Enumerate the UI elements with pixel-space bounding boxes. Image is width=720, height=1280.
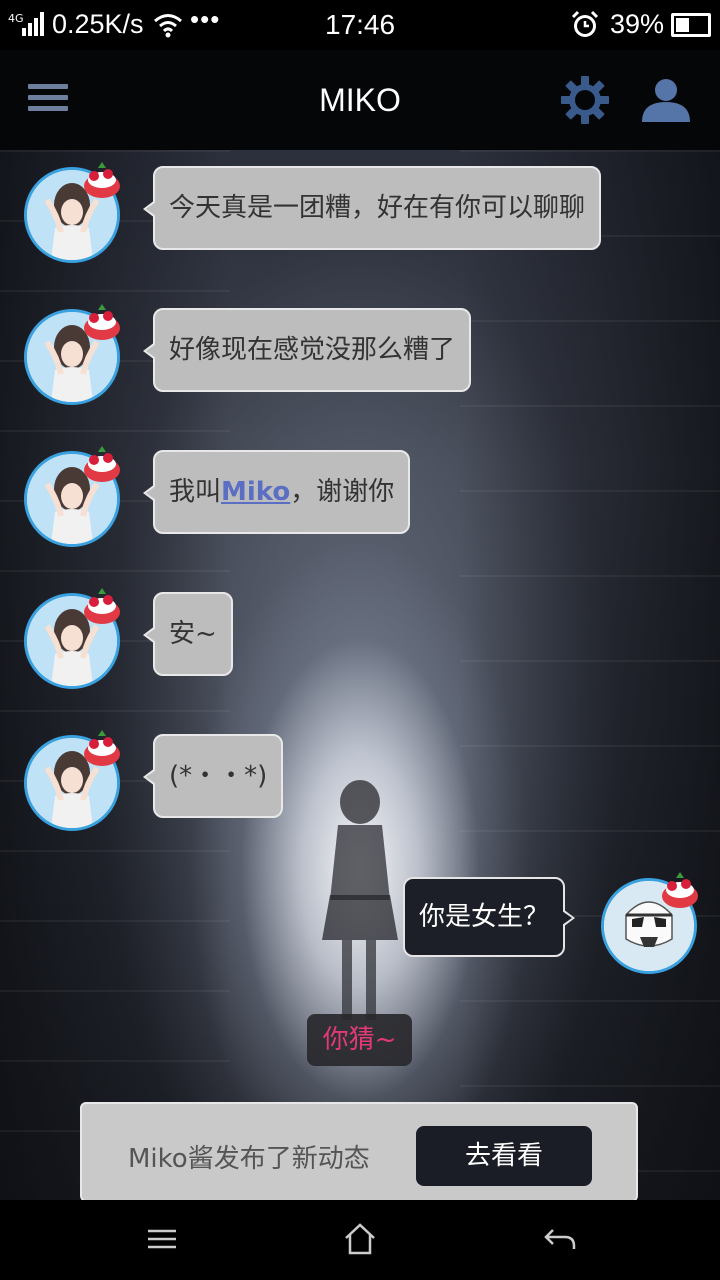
message-text: 今天真是一团糟，好在有你可以聊聊 xyxy=(169,193,586,223)
more-dots: ••• xyxy=(190,4,221,34)
strawberry-decoration-icon xyxy=(84,162,120,198)
message-text-prefix: 我叫 xyxy=(169,477,222,507)
message-bubble[interactable]: (*・・*) xyxy=(142,734,284,818)
background-wall-right xyxy=(460,150,720,1200)
view-post-button[interactable]: 去看看 xyxy=(416,1126,592,1186)
page-title: MIKO xyxy=(319,82,401,118)
message-text: 安~ xyxy=(169,619,217,649)
wifi-icon xyxy=(154,14,182,38)
status-bar: 4G 0.25K/s ••• 17:46 39% xyxy=(0,0,720,50)
app-header: MIKO xyxy=(0,50,720,150)
profile-icon[interactable] xyxy=(640,78,692,122)
strawberry-decoration-icon xyxy=(84,588,120,624)
battery-icon xyxy=(671,13,711,37)
network-speed: 0.25K/s xyxy=(52,9,144,39)
signal-icon xyxy=(22,12,44,36)
message-bubble[interactable]: 今天真是一团糟，好在有你可以聊聊 xyxy=(142,166,602,250)
alarm-icon xyxy=(571,10,599,37)
strawberry-decoration-icon xyxy=(84,446,120,482)
gear-icon[interactable] xyxy=(560,75,610,125)
system-nav-bar xyxy=(0,1200,720,1280)
battery-percent: 39% xyxy=(610,9,665,39)
strawberry-decoration-icon xyxy=(84,304,120,340)
back-icon[interactable] xyxy=(543,1222,577,1256)
strawberry-decoration-icon xyxy=(662,872,698,908)
strawberry-decoration-icon xyxy=(84,730,120,766)
background-figure xyxy=(322,780,398,1020)
reply-tip: 你猜~ xyxy=(307,1014,412,1066)
message-bubble[interactable]: 好像现在感觉没那么糟了 xyxy=(142,308,472,392)
message-text: 好像现在感觉没那么糟了 xyxy=(169,335,456,365)
chat-area[interactable]: 今天真是一团糟，好在有你可以聊聊 好像现在感觉没那么糟了 我叫Miko，谢谢你 … xyxy=(0,150,720,1200)
new-post-notice: Miko酱发布了新动态 去看看 xyxy=(80,1102,638,1200)
miko-name-link[interactable]: Miko xyxy=(221,477,290,507)
message-bubble[interactable]: 安~ xyxy=(143,592,233,676)
recent-apps-icon[interactable] xyxy=(145,1222,179,1256)
message-text: 你是女生？ xyxy=(419,902,550,932)
notice-text: Miko酱发布了新动态 xyxy=(128,1144,370,1174)
user-message-bubble[interactable]: 你是女生？ xyxy=(403,877,576,957)
clock: 17:46 xyxy=(325,9,396,40)
message-text: (*・・*) xyxy=(169,761,268,791)
message-text-suffix: ，谢谢你 xyxy=(290,477,395,507)
home-icon[interactable] xyxy=(343,1222,377,1256)
message-bubble[interactable]: 我叫Miko，谢谢你 xyxy=(142,450,411,534)
